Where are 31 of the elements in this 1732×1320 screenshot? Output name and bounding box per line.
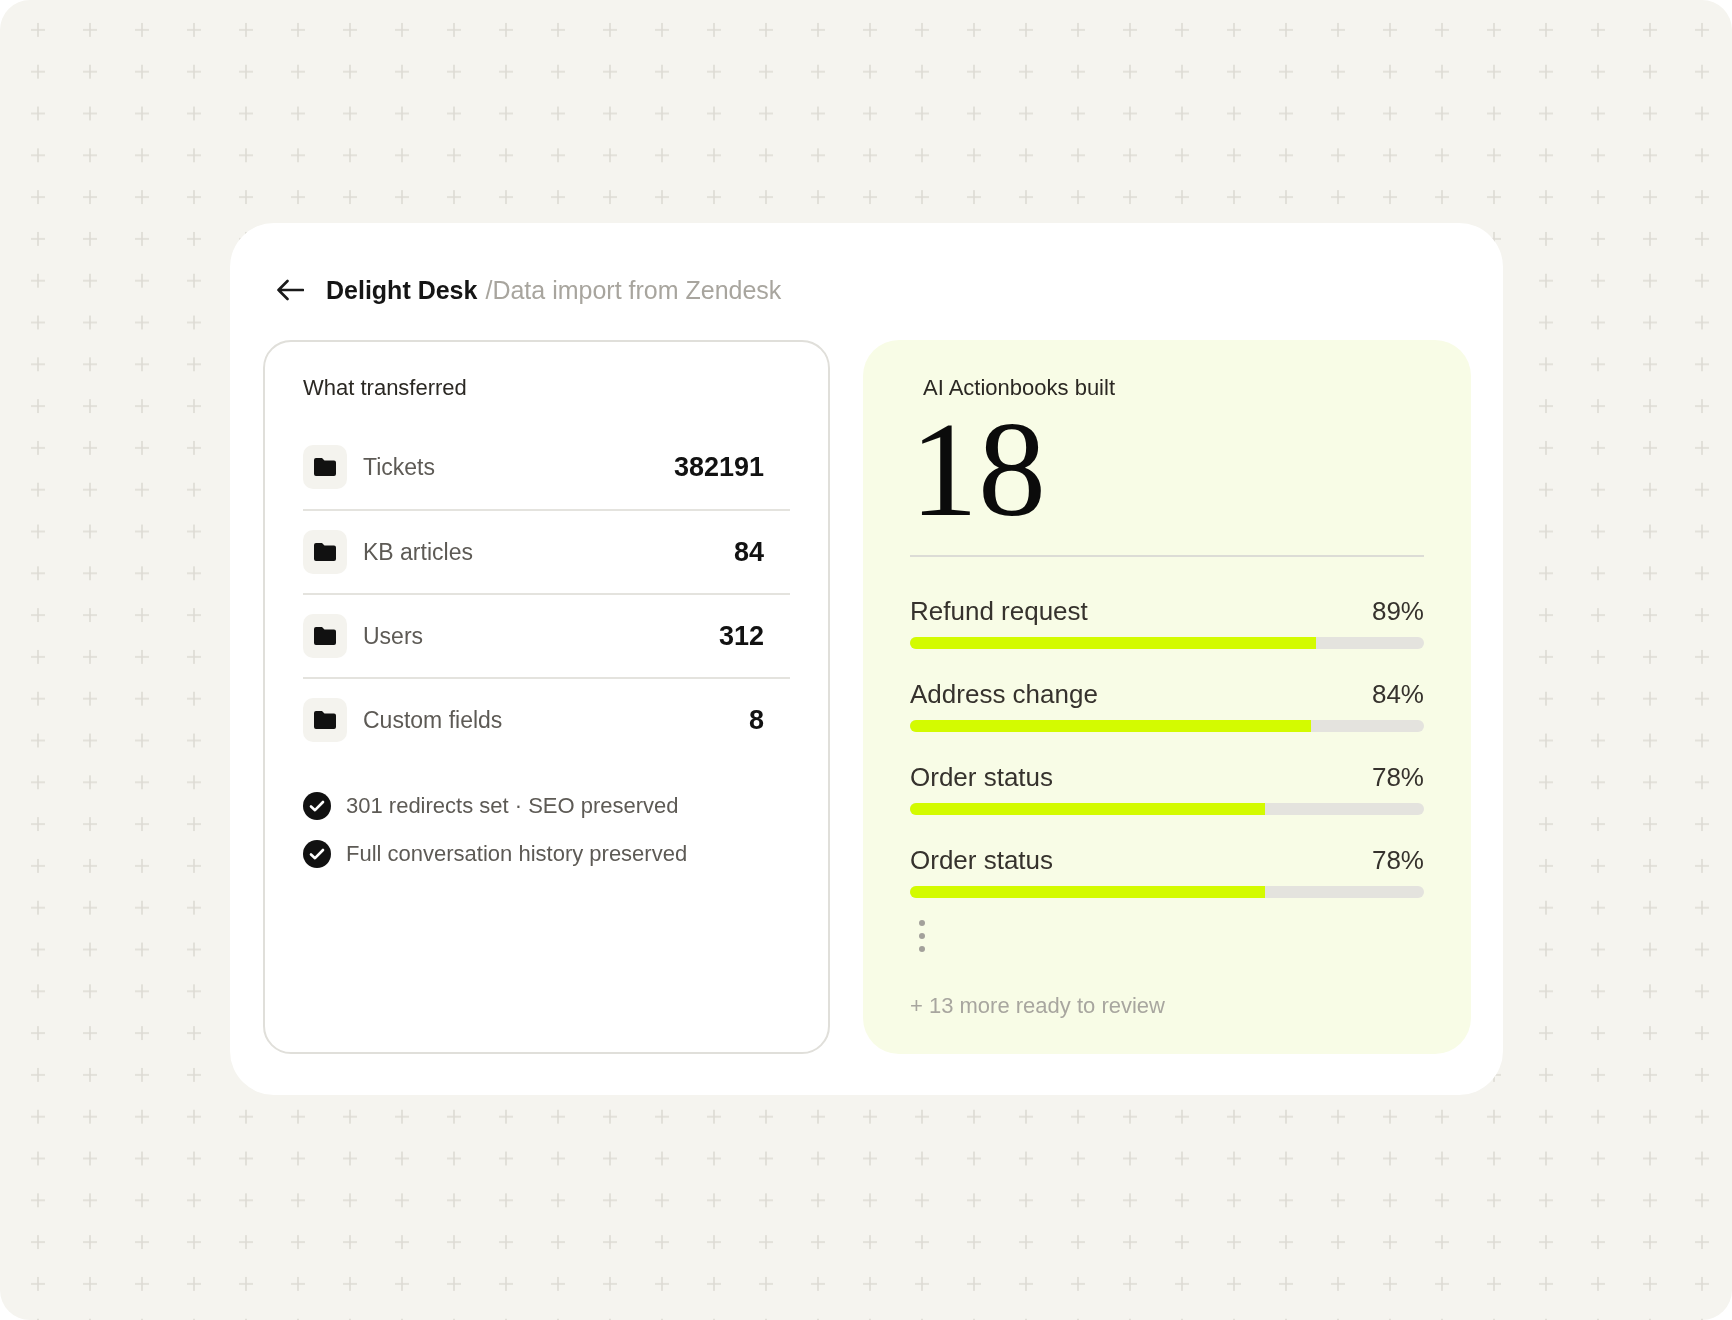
percent-value: 78%: [1371, 761, 1424, 793]
percent-value: 78%: [1371, 844, 1424, 876]
folder-icon: [303, 698, 347, 742]
count-value: 8: [748, 704, 764, 736]
category-label: Users: [363, 622, 425, 650]
actionbook-label: Order status: [910, 761, 1054, 793]
status-text: 301 redirects set · SEO preserved: [346, 793, 679, 819]
breadcrumb-text: /Data import from Zendesk: [485, 275, 782, 305]
category-label: KB articles: [363, 538, 474, 566]
workspace-title: Delight Desk: [326, 275, 478, 305]
percent-value: 84%: [1371, 678, 1424, 710]
more-ready-text: + 13 more ready to review: [910, 993, 1165, 1019]
folder-icon: [303, 614, 347, 658]
folder-icon: [303, 530, 347, 574]
percent-value: 89%: [1371, 595, 1424, 627]
count-value: 84: [733, 536, 764, 568]
actionbook-label: Refund request: [910, 595, 1088, 627]
back-button[interactable]: [276, 279, 304, 301]
vertical-ellipsis-icon: [919, 920, 925, 952]
back-arrow-icon: [276, 279, 304, 301]
actionbook-label: Order status: [910, 844, 1054, 876]
actionbook-label: Address change: [910, 678, 1098, 710]
category-label: Custom fields: [363, 706, 504, 734]
folder-icon: [303, 445, 347, 489]
status-text: Full conversation history preserved: [346, 841, 688, 867]
category-label: Tickets: [363, 453, 436, 481]
actionbook-count: 18: [910, 401, 1046, 537]
count-value: 312: [718, 620, 764, 652]
panel-title: What transferred: [303, 375, 468, 401]
panel-title: AI Actionbooks built: [923, 375, 1115, 401]
count-value: 382191: [673, 451, 764, 483]
